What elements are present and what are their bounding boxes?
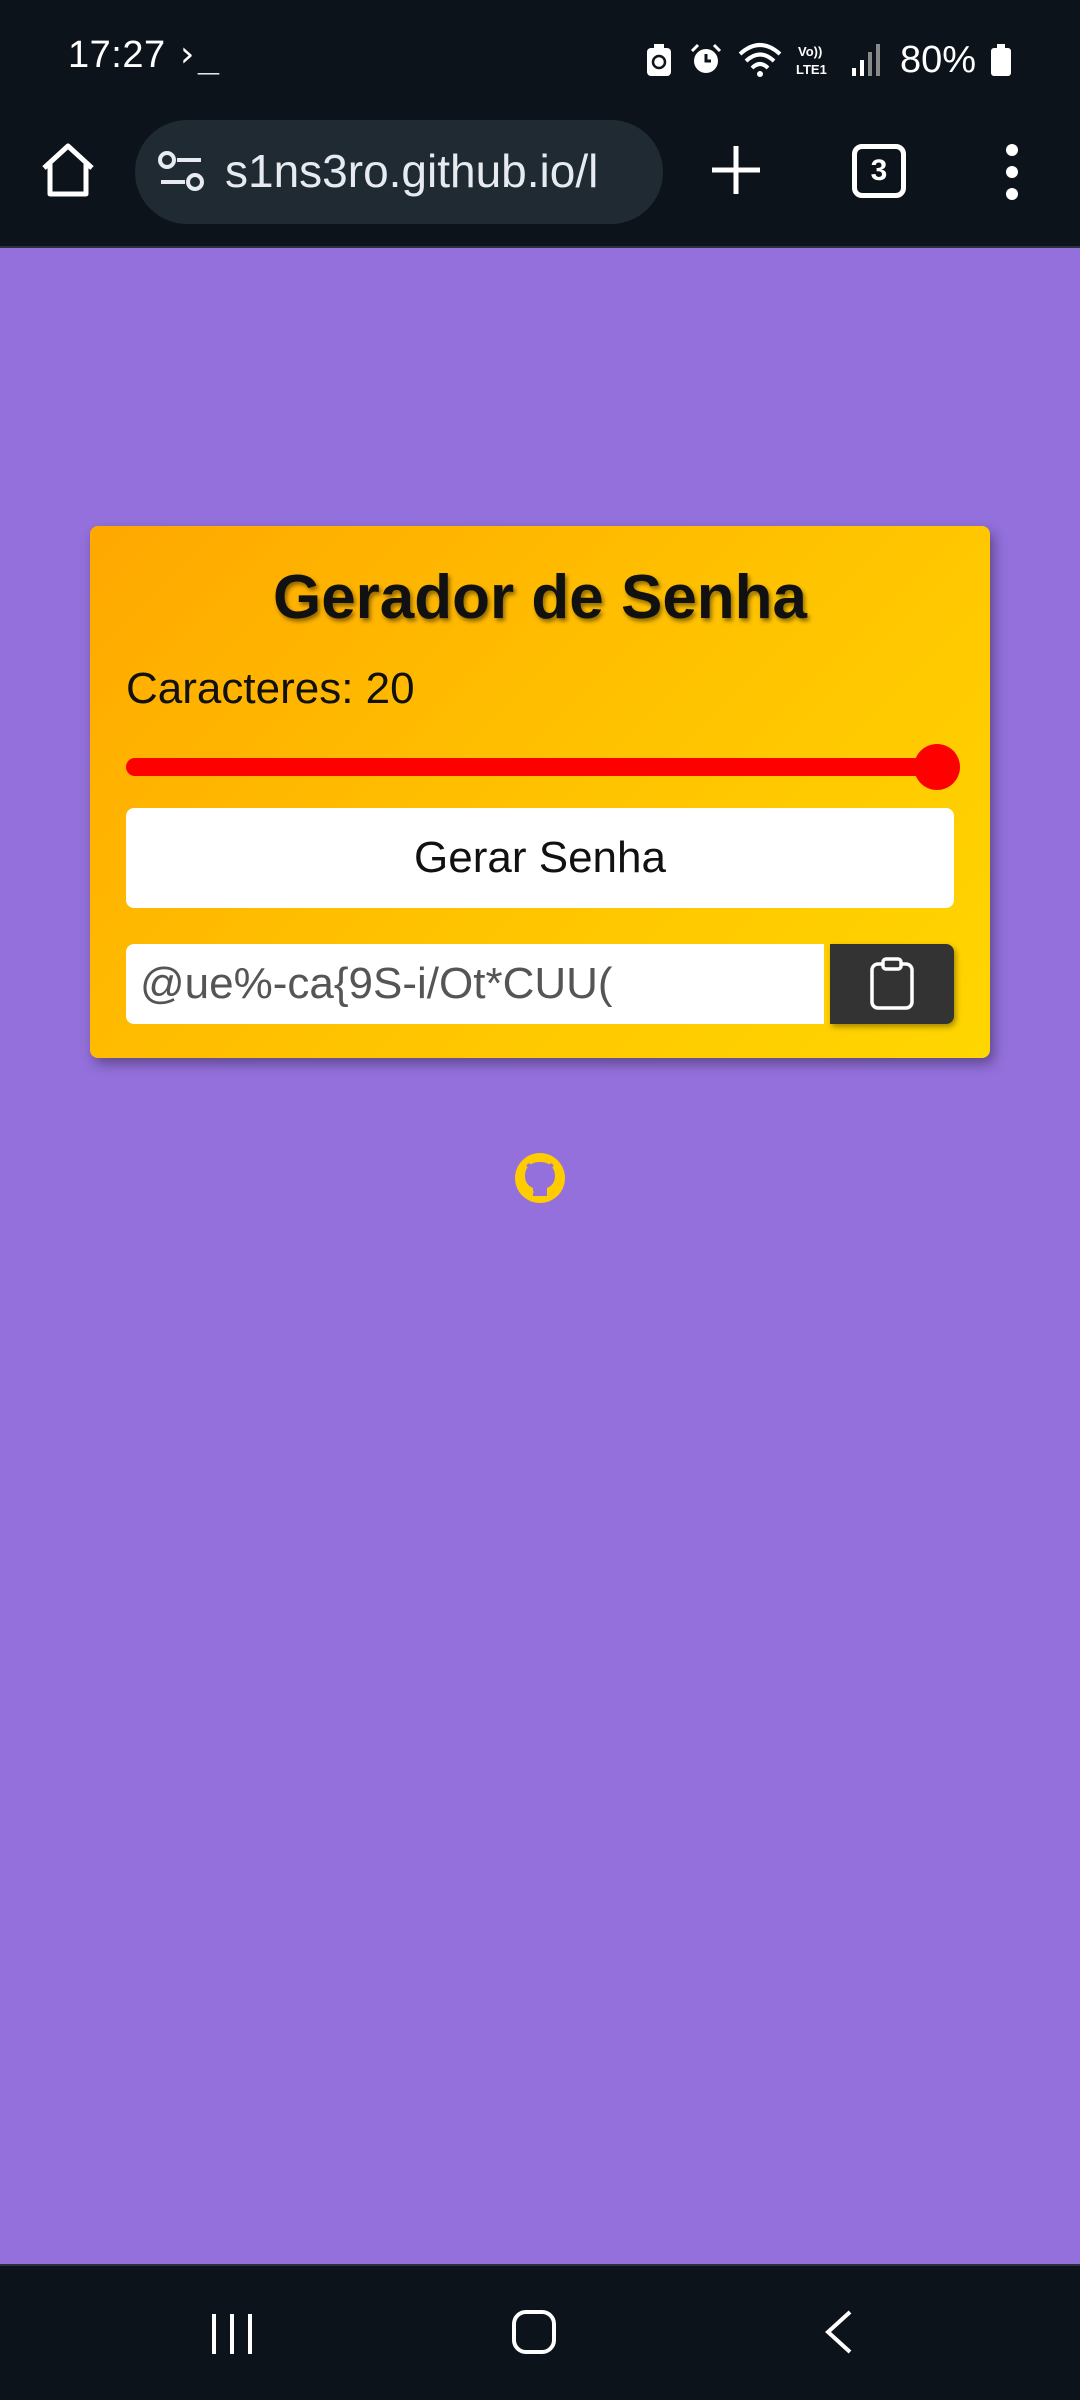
- battery-icon: [991, 44, 1011, 76]
- new-tab-icon[interactable]: [708, 142, 764, 198]
- length-slider[interactable]: [126, 758, 944, 776]
- github-icon[interactable]: [514, 1152, 566, 1204]
- tab-switcher-button[interactable]: 3: [852, 144, 906, 198]
- address-bar[interactable]: s1ns3ro.github.io/l: [135, 120, 663, 224]
- signal-icon: [851, 44, 880, 76]
- terminal-icon: ›_: [176, 34, 220, 75]
- battery-saver-icon: [646, 44, 671, 76]
- status-icons: Vo)) LTE1 80%: [644, 30, 1012, 90]
- password-generator-card: Gerador de Senha Caracteres: 20 Gerar Se…: [90, 526, 990, 1058]
- length-label: Caracteres: 20: [126, 664, 415, 713]
- more-menu-icon[interactable]: [1000, 142, 1024, 202]
- copy-button[interactable]: [830, 944, 954, 1024]
- alarm-icon: [690, 43, 721, 73]
- status-time: 17:27: [68, 34, 166, 76]
- battery-level: 80%: [899, 38, 976, 81]
- volte-icon: Vo)) LTE1: [796, 44, 827, 77]
- page-title: Gerador de Senha: [272, 563, 808, 632]
- password-output-field[interactable]: @ue%-ca{9S-i/Ot*CUU(: [126, 944, 824, 1024]
- slider-thumb[interactable]: [914, 744, 960, 790]
- browser-toolbar: s1ns3ro.github.io/l 3: [0, 120, 1080, 248]
- home-icon[interactable]: [36, 138, 100, 202]
- site-settings-icon[interactable]: [157, 150, 205, 194]
- recents-icon[interactable]: [208, 2312, 256, 2356]
- nav-home-icon[interactable]: [510, 2308, 558, 2356]
- url-text[interactable]: s1ns3ro.github.io/l: [225, 144, 598, 198]
- wifi-icon: [738, 43, 782, 77]
- svg-text:LTE1: LTE1: [796, 62, 827, 77]
- clipboard-icon: [870, 957, 914, 1010]
- page-content: Gerador de Senha Caracteres: 20 Gerar Se…: [0, 248, 1080, 2264]
- generate-password-button[interactable]: Gerar Senha: [126, 808, 954, 908]
- back-icon[interactable]: [820, 2308, 856, 2356]
- status-bar: 17:27 ›_ Vo)) LTE1 80%: [0, 0, 1080, 120]
- system-nav-bar: [0, 2264, 1080, 2400]
- svg-text:Vo)): Vo)): [798, 44, 822, 59]
